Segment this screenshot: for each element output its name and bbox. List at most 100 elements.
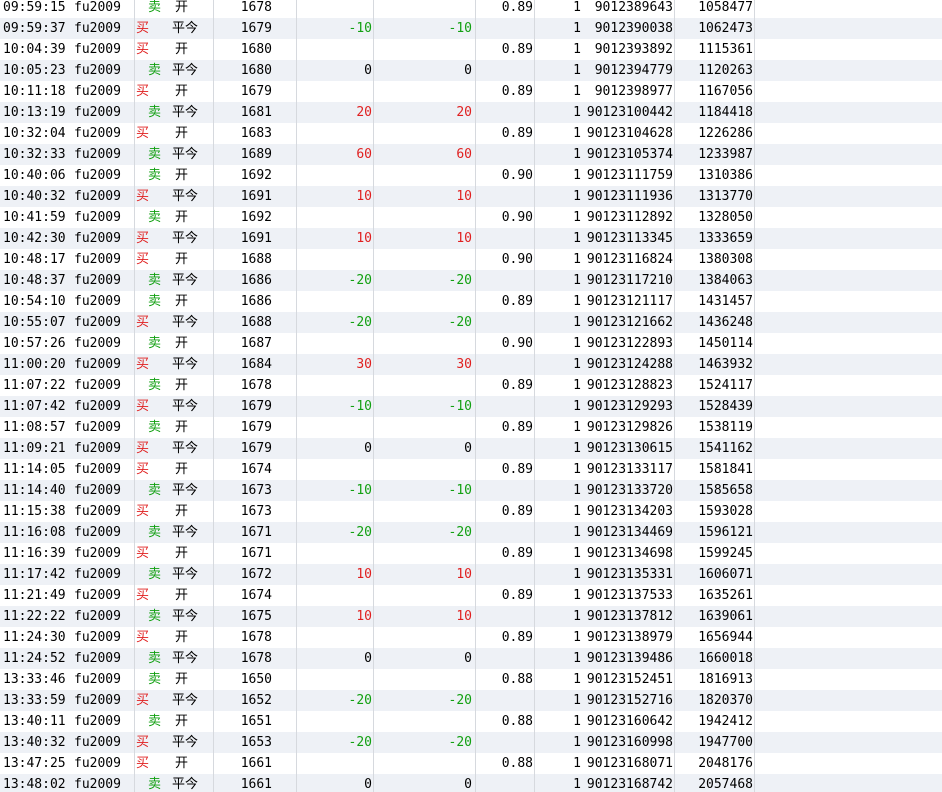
cell-trade-number: 1384063 xyxy=(698,273,753,288)
cell-pnl xyxy=(396,291,472,312)
table-row[interactable]: 13:47:25 fu2009 买开 1661 0.88 1 90123168071 2048… xyxy=(0,753,942,774)
cell-contract: fu2009 xyxy=(74,231,121,246)
column-divider xyxy=(134,648,135,669)
table-row[interactable]: 11:14:40 fu2009 卖平今 1673 -10 -10 1 90123133720 1… xyxy=(0,480,942,501)
table-row[interactable]: 11:17:42 fu2009 卖平今 1672 10 10 1 90123135331 160… xyxy=(0,564,942,585)
column-divider xyxy=(213,585,214,606)
cell-order-number: 9012398977 xyxy=(594,84,673,99)
cell-direction: 卖 xyxy=(148,168,162,183)
cell-fee: 0.89 xyxy=(501,630,533,645)
cell-close-pnl: 10 xyxy=(356,231,372,246)
cell-close-pnl xyxy=(296,291,372,312)
cell-time: 10:40:06 xyxy=(3,168,66,183)
table-row[interactable]: 10:54:10 fu2009 卖开 1686 0.89 1 90123121117 1431… xyxy=(0,291,942,312)
column-divider xyxy=(373,543,374,564)
column-divider xyxy=(296,0,297,18)
table-row[interactable]: 10:48:17 fu2009 买开 1688 0.90 1 90123116824 1380… xyxy=(0,249,942,270)
cell-price: 1675 xyxy=(240,609,272,624)
column-divider xyxy=(534,102,535,123)
table-row[interactable]: 10:11:18 fu2009 买开 1679 0.89 1 9012398977 11670… xyxy=(0,81,942,102)
cell-open-close: 开 xyxy=(175,0,189,15)
column-divider xyxy=(754,711,755,732)
cell-contract: fu2009 xyxy=(74,84,121,99)
column-divider xyxy=(296,375,297,396)
table-row[interactable]: 10:13:19 fu2009 卖平今 1681 20 20 1 90123100442 118… xyxy=(0,102,942,123)
cell-close-pnl xyxy=(296,585,372,606)
table-row[interactable]: 11:07:22 fu2009 卖开 1678 0.89 1 90123128823 1524… xyxy=(0,375,942,396)
column-divider xyxy=(213,0,214,18)
table-row[interactable]: 10:42:30 fu2009 买平今 1691 10 10 1 90123113345 133… xyxy=(0,228,942,249)
table-row[interactable]: 10:32:04 fu2009 买开 1683 0.89 1 90123104628 1226… xyxy=(0,123,942,144)
table-row[interactable]: 09:59:37 fu2009 买平今 1679 -10 -10 1 9012390038 10… xyxy=(0,18,942,39)
cell-contract: fu2009 xyxy=(74,168,121,183)
table-row[interactable]: 11:16:39 fu2009 买开 1671 0.89 1 90123134698 1599… xyxy=(0,543,942,564)
cell-trade-number: 1816913 xyxy=(698,672,753,687)
table-row[interactable]: 09:59:15 fu2009 卖开 1678 0.89 1 9012389643 10584… xyxy=(0,0,942,18)
column-divider xyxy=(754,753,755,774)
cell-contract: fu2009 xyxy=(74,525,121,540)
cell-pnl: 0 xyxy=(464,777,472,792)
cell-time: 10:42:30 xyxy=(3,231,66,246)
table-row[interactable]: 11:24:30 fu2009 买开 1678 0.89 1 90123138979 1656… xyxy=(0,627,942,648)
column-divider xyxy=(534,501,535,522)
table-row[interactable]: 11:21:49 fu2009 买开 1674 0.89 1 90123137533 1635… xyxy=(0,585,942,606)
cell-time: 11:15:38 xyxy=(3,504,66,519)
column-divider xyxy=(213,186,214,207)
table-row[interactable]: 10:57:26 fu2009 卖开 1687 0.90 1 90123122893 1450… xyxy=(0,333,942,354)
cell-fee: 0.88 xyxy=(501,672,533,687)
table-row[interactable]: 10:48:37 fu2009 卖平今 1686 -20 -20 1 90123117210 1… xyxy=(0,270,942,291)
cell-fee xyxy=(476,18,533,39)
table-row[interactable]: 11:16:08 fu2009 卖平今 1671 -20 -20 1 90123134469 1… xyxy=(0,522,942,543)
column-divider xyxy=(754,543,755,564)
cell-time: 11:07:42 xyxy=(3,399,66,414)
column-divider xyxy=(373,249,374,270)
column-divider xyxy=(373,228,374,249)
cell-price: 1671 xyxy=(240,546,272,561)
table-row[interactable]: 10:41:59 fu2009 卖开 1692 0.90 1 90123112892 1328… xyxy=(0,207,942,228)
column-divider xyxy=(674,606,675,627)
table-row[interactable]: 11:00:20 fu2009 买平今 1684 30 30 1 90123124288 146… xyxy=(0,354,942,375)
cell-open-close: 平今 xyxy=(172,651,199,666)
table-row[interactable]: 11:24:52 fu2009 卖平今 1678 0 0 1 90123139486 16600… xyxy=(0,648,942,669)
column-divider xyxy=(373,648,374,669)
cell-contract: fu2009 xyxy=(74,420,121,435)
column-divider xyxy=(134,270,135,291)
cell-trade-number: 1226286 xyxy=(698,126,753,141)
table-row[interactable]: 13:33:46 fu2009 卖开 1650 0.88 1 90123152451 1816… xyxy=(0,669,942,690)
cell-trade-number: 1639061 xyxy=(698,609,753,624)
column-divider xyxy=(754,165,755,186)
table-row[interactable]: 11:22:22 fu2009 卖平今 1675 10 10 1 90123137812 163… xyxy=(0,606,942,627)
table-row[interactable]: 11:08:57 fu2009 卖开 1679 0.89 1 90123129826 1538… xyxy=(0,417,942,438)
table-row[interactable]: 10:40:32 fu2009 买平今 1691 10 10 1 90123111936 131… xyxy=(0,186,942,207)
table-row[interactable]: 11:15:38 fu2009 买开 1673 0.89 1 90123134203 1593… xyxy=(0,501,942,522)
table-row[interactable]: 10:04:39 fu2009 买开 1680 0.89 1 9012393892 11153… xyxy=(0,39,942,60)
cell-open-close: 平今 xyxy=(172,693,199,708)
table-row[interactable]: 10:32:33 fu2009 卖平今 1689 60 60 1 90123105374 123… xyxy=(0,144,942,165)
column-divider xyxy=(674,228,675,249)
cell-pnl xyxy=(396,375,472,396)
table-row[interactable]: 11:14:05 fu2009 买开 1674 0.89 1 90123133117 1581… xyxy=(0,459,942,480)
cell-open-close: 开 xyxy=(175,84,189,99)
table-row[interactable]: 13:48:02 fu2009 卖平今 1661 0 0 1 90123168742 20574… xyxy=(0,774,942,792)
column-divider xyxy=(296,249,297,270)
cell-fee xyxy=(476,648,533,669)
table-row[interactable]: 13:40:32 fu2009 买平今 1653 -20 -20 1 90123160998 1… xyxy=(0,732,942,753)
cell-order-number: 90123168071 xyxy=(586,756,673,771)
cell-pnl: 10 xyxy=(456,609,472,624)
table-row[interactable]: 10:05:23 fu2009 卖平今 1680 0 0 1 9012394779 112026… xyxy=(0,60,942,81)
column-divider xyxy=(373,60,374,81)
column-divider xyxy=(373,522,374,543)
table-row[interactable]: 13:40:11 fu2009 卖开 1651 0.88 1 90123160642 1942… xyxy=(0,711,942,732)
cell-trade-number: 1313770 xyxy=(698,189,753,204)
column-divider xyxy=(213,102,214,123)
column-divider xyxy=(134,543,135,564)
table-row[interactable]: 11:07:42 fu2009 买平今 1679 -10 -10 1 90123129293 1… xyxy=(0,396,942,417)
table-row[interactable]: 10:40:06 fu2009 卖开 1692 0.90 1 90123111759 1310… xyxy=(0,165,942,186)
cell-trade-number: 1058477 xyxy=(698,0,753,15)
column-divider xyxy=(674,291,675,312)
table-row[interactable]: 10:55:07 fu2009 买平今 1688 -20 -20 1 90123121662 1… xyxy=(0,312,942,333)
column-divider xyxy=(534,606,535,627)
table-row[interactable]: 11:09:21 fu2009 买平今 1679 0 0 1 90123130615 15411… xyxy=(0,438,942,459)
cell-time: 10:04:39 xyxy=(3,42,66,57)
table-row[interactable]: 13:33:59 fu2009 买平今 1652 -20 -20 1 90123152716 1… xyxy=(0,690,942,711)
